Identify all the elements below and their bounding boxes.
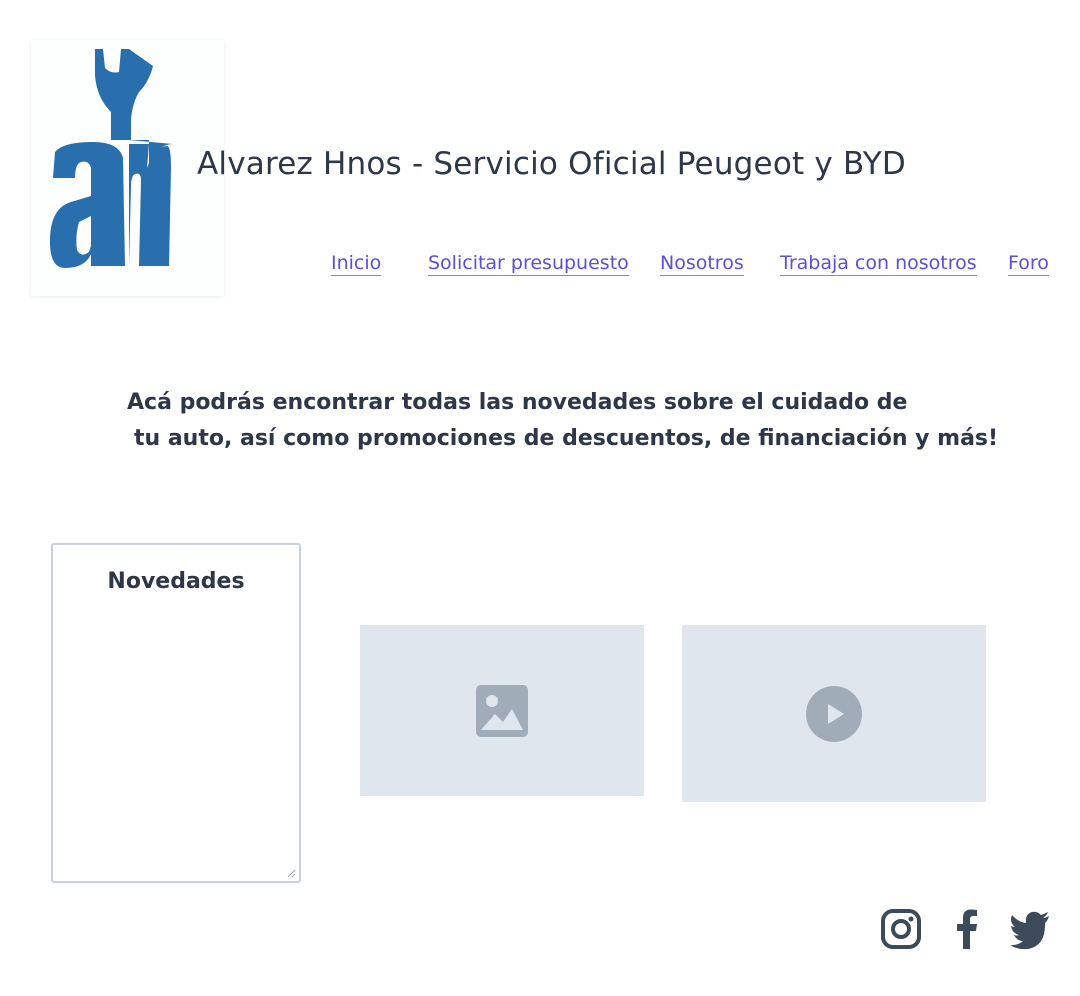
facebook-icon[interactable] <box>953 908 981 950</box>
nav-link-trabaja-con-nosotros[interactable]: Trabaja con nosotros <box>780 252 977 276</box>
intro-line-2: tu auto, así como promociones de descuen… <box>134 426 999 451</box>
instagram-icon[interactable] <box>880 908 922 950</box>
nav-link-inicio[interactable]: Inicio <box>331 252 382 276</box>
intro-text: Acá podrás encontrar todas las novedades… <box>127 385 998 457</box>
nav-link-nosotros[interactable]: Nosotros <box>660 252 744 276</box>
video-placeholder[interactable] <box>682 625 986 802</box>
site-title: Alvarez Hnos - Servicio Oficial Peugeot … <box>197 146 906 182</box>
news-textarea[interactable]: Novedades <box>51 543 301 883</box>
image-placeholder <box>360 625 644 796</box>
nav-link-foro[interactable]: Foro <box>1008 252 1049 276</box>
play-icon[interactable] <box>806 686 862 742</box>
main-nav: Inicio Solicitar presupuesto Nosotros Tr… <box>0 252 1080 282</box>
image-placeholder-icon <box>476 685 528 737</box>
twitter-icon[interactable] <box>1009 908 1051 950</box>
nav-link-solicitar-presupuesto[interactable]: Solicitar presupuesto <box>428 252 629 276</box>
resize-handle-icon[interactable] <box>286 868 296 878</box>
news-title: Novedades <box>107 569 245 594</box>
intro-line-1: Acá podrás encontrar todas las novedades… <box>127 390 908 415</box>
